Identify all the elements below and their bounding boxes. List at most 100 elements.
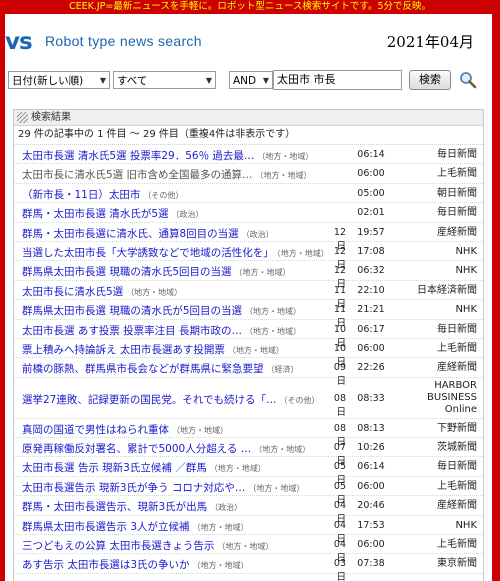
result-title-link[interactable]: あす告示 太田市長選は3氏の争いか （地方・地域）	[22, 557, 362, 572]
search-button[interactable]: 検索	[409, 70, 451, 90]
result-title-text: 群馬・太田市長選告示、現新3氏が出馬	[22, 501, 208, 514]
result-category: （地方・地域）	[255, 171, 312, 181]
result-time: 06:00	[357, 480, 385, 492]
result-category: （政治）	[171, 210, 204, 220]
result-category: （地方・地域）	[257, 152, 314, 161]
result-source: 上毛新聞	[437, 168, 477, 180]
result-title-text: 票上積みへ持論訴え 太田市長選あす投開票	[22, 343, 225, 356]
result-title-text: 前橋の豚熱、群馬県市長会などが群馬県に緊急要望	[22, 363, 264, 376]
result-category: （地方・地域）	[217, 542, 274, 552]
result-title-link[interactable]: 群馬県太田市長選告示 3人が立候補 （地方・地域）	[22, 519, 362, 534]
result-row: 票上積みへ持論訴え 太田市長選あす投開票 （地方・地域） 10日 06:00 上毛新聞	[14, 339, 483, 368]
result-title-link[interactable]: 票上積みへ持論訴え 太田市長選あす投開票 （地方・地域）	[22, 342, 362, 357]
result-source: 毎日新聞	[437, 207, 477, 219]
result-source: 産経新聞	[437, 226, 477, 238]
result-title-link[interactable]: 太田市長選 清水氏5選 投票率29．56％ 過去最… （地方・地域）	[22, 148, 362, 163]
result-title-text: 三つどもえの公算 太田市長選きょう告示	[22, 540, 215, 553]
result-row: 太田市長選 あす投票 投票率注目 長期市政の… （地方・地域） 10日 06:17 毎日…	[14, 320, 483, 349]
result-category: （地方・地域）	[172, 425, 228, 435]
result-time: 17:53	[357, 519, 385, 531]
sort-select[interactable]: 日付(新しい順) ▼	[8, 71, 110, 89]
result-title-text: 群馬県太田市長選告示 3人が立候補	[22, 520, 190, 533]
result-title-link[interactable]: 群馬・太田市長選 清水氏が5選 （政治）	[22, 206, 362, 221]
result-source: 毎日新聞	[437, 461, 477, 473]
result-row: 当選した太田市長「大学誘致などで地域の活性化を」 （地方・地域） 12日 17:08 N…	[14, 242, 483, 271]
result-time: 19:57	[357, 226, 385, 238]
result-title-link[interactable]: 太田市長選告示 現新3氏が争う コロナ対応や… （地方・地域）	[22, 480, 362, 495]
result-title-link[interactable]: 群馬・太田市長選に清水氏、通算8回目の当選 （政治）	[22, 226, 362, 241]
result-row: 太田市長選 告示 現新3氏立候補 ／群馬 （地方・地域） 05日 06:14 毎日新聞	[14, 457, 483, 486]
result-source: NHK	[455, 265, 477, 277]
result-title-link[interactable]: 太田市長選 告示 現新3氏立候補 ／群馬 （地方・地域）	[22, 460, 362, 475]
result-category: （地方・地域）	[234, 268, 291, 278]
result-time: 06:32	[357, 265, 385, 277]
result-title-text: 群馬県太田市長選 現職の清水氏5回目の当選	[22, 266, 232, 279]
result-title-link[interactable]: 太田市長に清水氏5選 （地方・地域）	[22, 284, 362, 299]
result-title-link[interactable]: 原発再稼働反対署名、累計で5000人分超える … （地方・地域）	[22, 441, 362, 456]
result-title-link[interactable]: 群馬県太田市長選 現職の清水氏5回目の当選 （地方・地域）	[22, 264, 362, 279]
chevron-down-icon: ▼	[205, 76, 212, 85]
result-title-text: 太田市長選 告示 現新3氏立候補 ／群馬	[22, 462, 207, 475]
search-icon[interactable]	[458, 70, 478, 90]
site-logo[interactable]: vs	[5, 29, 33, 55]
result-title-text: 群馬・太田市長選に清水氏、通算8回目の当選	[22, 227, 239, 240]
result-source: 上毛新聞	[437, 539, 477, 551]
result-title-text: 群馬・太田市長選 清水氏が5選	[22, 208, 169, 221]
result-row: 選挙27連敗、記録更新の国民党。それでも続ける「… （その他） 08日 08:33 HA…	[14, 378, 483, 419]
search-input[interactable]: 太田市 市長	[273, 70, 402, 90]
result-category: （地方・地域）	[126, 287, 183, 297]
result-title-link[interactable]: 選挙27連敗、記録更新の国民党。それでも続ける「… （その他）	[22, 392, 362, 407]
result-title-text: 太田市長に清水氏5選 旧市含め全国最多の通算…	[22, 169, 253, 182]
results-panel: 検索結果 29 件の記事中の 1 件目 ～ 29 件目（重複4件は非表示です） …	[13, 109, 484, 581]
stripes-icon	[17, 112, 28, 123]
result-time: 06:00	[357, 539, 385, 551]
result-source: 上毛新聞	[437, 342, 477, 354]
result-row: 群馬県太田市長選 現職の清水氏が5回目の当選 （地方・地域） 11日 21:21 NHK	[14, 300, 483, 329]
chevron-down-icon: ▼	[262, 76, 269, 85]
result-title-link[interactable]: 当選した太田市長「大学誘致などで地域の活性化を」 （地方・地域）	[22, 245, 362, 260]
result-category: （その他）	[279, 395, 320, 405]
result-category: （地方・地域）	[254, 445, 311, 455]
result-category: （地方・地域）	[209, 464, 266, 474]
result-time: 20:46	[357, 500, 385, 512]
result-source: 朝日新聞	[437, 187, 477, 199]
result-title-link[interactable]: 三つどもえの公算 太田市長選きょう告示 （地方・地域）	[22, 538, 362, 553]
result-source: 産経新聞	[437, 362, 477, 374]
result-category: （地方・地域）	[192, 561, 249, 571]
result-row: 太田市長に清水氏5選 旧市含め全国最多の通算… （地方・地域） 06:00 上毛新聞	[14, 164, 483, 184]
result-title-link[interactable]: 前橋の豚熱、群馬県市長会などが群馬県に緊急要望 （経済）	[22, 361, 362, 376]
result-title-link[interactable]: （新市長・11日）太田市 （その他）	[22, 187, 362, 202]
result-title-link[interactable]: 群馬県太田市長選 現職の清水氏が5回目の当選 （地方・地域）	[22, 303, 362, 318]
result-title-link[interactable]: 太田市長選 あす投票 投票率注目 長期市政の… （地方・地域）	[22, 323, 362, 338]
result-source: 上毛新聞	[437, 480, 477, 492]
result-title-text: 太田市長に清水氏5選	[22, 285, 124, 298]
chevron-down-icon: ▼	[99, 76, 106, 85]
result-row: 原発再稼働反対署名、累計で5000人分超える … （地方・地域） 07日 10:26 茨…	[14, 438, 483, 467]
result-time: 06:00	[357, 168, 385, 180]
result-source: 日本経済新聞	[417, 284, 477, 296]
operator-select[interactable]: AND ▼	[229, 71, 273, 89]
result-time: 07:38	[357, 558, 385, 570]
result-time: 10:26	[357, 442, 385, 454]
result-row: 太田市長選告示 現新3氏が争う コロナ対応や… （地方・地域） 05日 06:00 上毛…	[14, 477, 483, 506]
result-title-text: 真岡の国道で男性はねられ重体	[22, 423, 169, 436]
result-title-link[interactable]: 太田市長に清水氏5選 旧市含め全国最多の通算… （地方・地域）	[22, 167, 362, 182]
result-source: 産経新聞	[437, 500, 477, 512]
result-category: （政治）	[241, 229, 274, 239]
result-title-link[interactable]: 真岡の国道で男性はねられ重体 （地方・地域）	[22, 422, 362, 437]
result-time: 06:14	[357, 149, 385, 160]
result-row: 真岡の国道で男性はねられ重体 （地方・地域） 08日 08:13 下野新聞	[14, 419, 483, 448]
result-row: 太田市長選 清水氏5選 投票率29．56％ 過去最… （地方・地域） 06:14 毎日…	[14, 145, 483, 165]
result-category: （地方・地域）	[227, 345, 284, 355]
result-title-link[interactable]: 群馬・太田市長選告示、現新3氏が出馬 （政治）	[22, 499, 362, 514]
result-time: 02:01	[357, 207, 385, 219]
result-title-text: 太田市長選 あす投票 投票率注目 長期市政の…	[22, 324, 243, 337]
header: vs Robot type news search 2021年04月	[5, 14, 492, 66]
results-heading-bar: 検索結果	[14, 110, 483, 126]
result-time: 21:21	[357, 304, 385, 316]
category-select-value: すべて	[117, 75, 148, 87]
category-select[interactable]: すべて ▼	[113, 71, 216, 89]
result-category: （地方・地域）	[276, 248, 329, 258]
result-category: （政治）	[210, 503, 243, 513]
result-time: 06:00	[357, 342, 385, 354]
